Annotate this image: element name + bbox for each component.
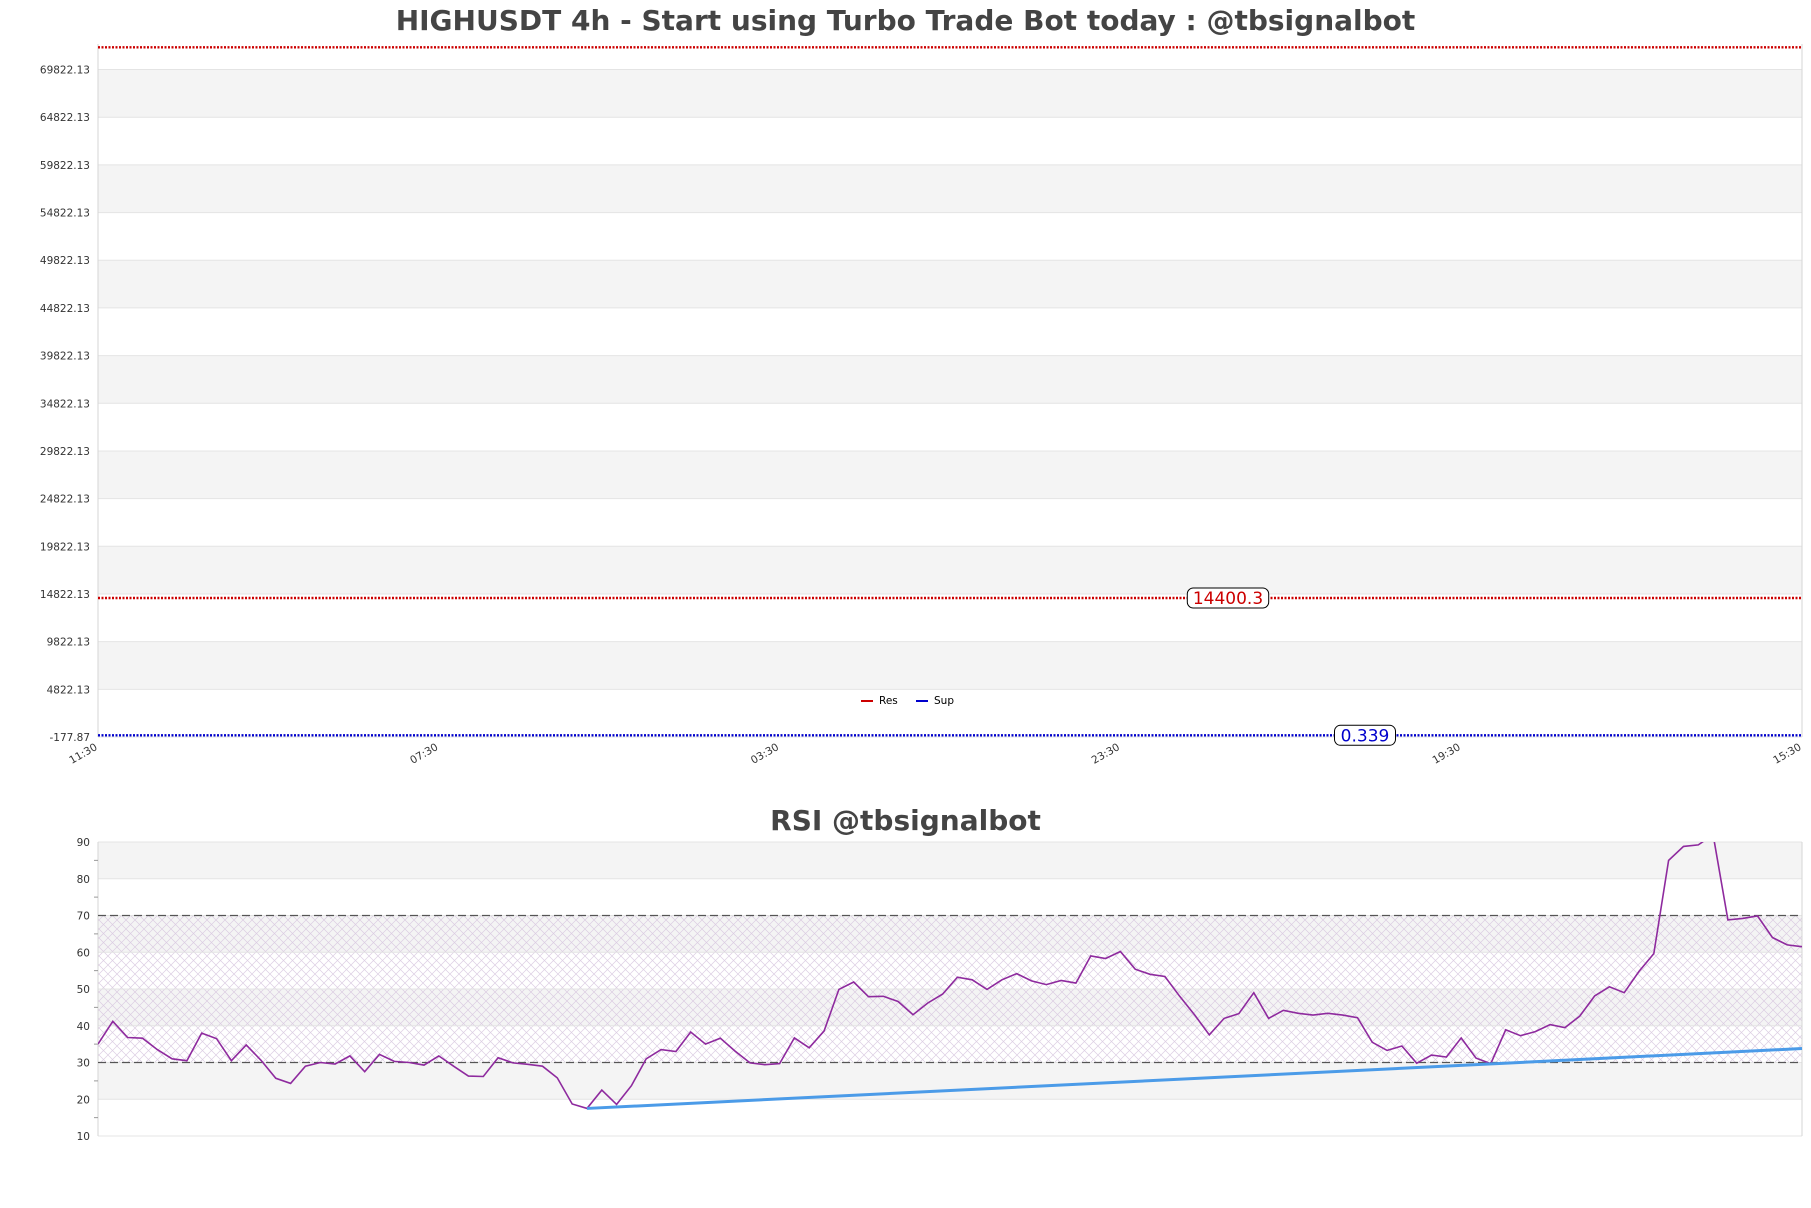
price-band bbox=[98, 641, 1802, 690]
price-chart: -177.87 4822.13 9822.13 14822.13 19822.13 248… bbox=[40, 44, 1804, 767]
price-y-tick-label: 24822.13 bbox=[40, 494, 90, 506]
level-annotation-label: 0.339 bbox=[1341, 726, 1390, 746]
rsi-y-tick-label: 20 bbox=[77, 1094, 90, 1106]
price-y-tick-label: 4822.13 bbox=[47, 684, 90, 696]
price-y-tick-label: 14822.13 bbox=[40, 589, 90, 601]
price-legend: Res Sup bbox=[855, 690, 965, 710]
price-chart-bands bbox=[98, 69, 1802, 690]
legend-label: Res bbox=[879, 695, 898, 707]
rsi-y-tick-label: 80 bbox=[77, 874, 90, 886]
rsi-y-tick-label: 30 bbox=[77, 1058, 90, 1070]
price-x-tick-label: 23:30 bbox=[1090, 741, 1122, 767]
rsi-y-tick-label: 40 bbox=[77, 1021, 90, 1033]
rsi-chart: 10 20 30 40 50 60 70 80 90 bbox=[77, 837, 1803, 1143]
legend-label: Sup bbox=[934, 695, 954, 707]
price-y-axis: -177.87 4822.13 9822.13 14822.13 19822.13 248… bbox=[40, 65, 90, 744]
rsi-band bbox=[98, 842, 1802, 879]
rsi-y-tick-label: 50 bbox=[77, 984, 90, 996]
price-y-tick-label: 34822.13 bbox=[40, 398, 90, 410]
price-x-tick-label: 07:30 bbox=[408, 741, 440, 767]
price-y-tick-label: 19822.13 bbox=[40, 541, 90, 553]
price-y-tick-label: 29822.13 bbox=[40, 446, 90, 458]
rsi-y-tick-label: 10 bbox=[77, 1131, 90, 1143]
price-x-tick-label: 11:30 bbox=[67, 741, 99, 767]
level-annotation-label: 14400.3 bbox=[1193, 589, 1263, 609]
price-y-tick-label: 44822.13 bbox=[40, 303, 90, 315]
rsi-y-tick-label: 60 bbox=[77, 947, 90, 959]
price-y-tick-label: -177.87 bbox=[49, 732, 90, 744]
price-band bbox=[98, 355, 1802, 404]
price-y-tick-label: 49822.13 bbox=[40, 255, 90, 267]
price-y-tick-label: 69822.13 bbox=[40, 65, 90, 77]
rsi-y-axis: 10 20 30 40 50 60 70 80 90 bbox=[77, 837, 98, 1143]
price-y-tick-label: 54822.13 bbox=[40, 208, 90, 220]
price-y-tick-label: 64822.13 bbox=[40, 112, 90, 124]
price-y-tick-label: 59822.13 bbox=[40, 160, 90, 172]
price-x-tick-label: 19:30 bbox=[1430, 741, 1462, 767]
rsi-y-tick-label: 90 bbox=[77, 837, 90, 849]
price-x-tick-label: 03:30 bbox=[749, 741, 781, 767]
rsi-y-tick-label: 70 bbox=[77, 911, 90, 923]
price-y-tick-label: 39822.13 bbox=[40, 351, 90, 363]
price-x-axis: 11:30 07:30 03:30 23:30 19:30 15:30 bbox=[67, 741, 1803, 767]
rsi-band bbox=[98, 1062, 1802, 1100]
price-y-tick-label: 9822.13 bbox=[47, 637, 90, 649]
price-band bbox=[98, 450, 1802, 499]
price-band bbox=[98, 164, 1802, 213]
price-band bbox=[98, 546, 1802, 594]
price-x-tick-label: 15:30 bbox=[1771, 741, 1803, 767]
price-band bbox=[98, 260, 1802, 308]
chart-canvas: HIGHUSDT 4h - Start using Turbo Trade Bo… bbox=[0, 0, 1811, 1208]
price-band bbox=[98, 69, 1802, 118]
